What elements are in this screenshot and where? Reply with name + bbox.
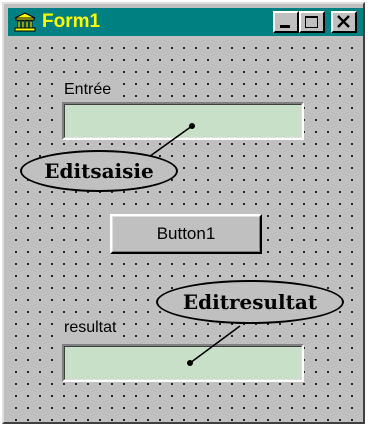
callout-leader-lines (145, 123, 241, 366)
editresultat-callout-text: Editresultat (182, 290, 318, 314)
result-leader-line (189, 325, 241, 364)
editresultat-callout: Editresultat (156, 280, 344, 324)
result-leader-dot (187, 360, 193, 366)
editsaisie-callout-text: Editsaisie (44, 159, 154, 183)
editsaisie-callout: Editsaisie (20, 150, 178, 192)
form-window: Form1 Entrée Button1 resultat Editsaisie… (2, 2, 365, 424)
input-leader-dot (189, 123, 195, 129)
input-leader-line (145, 125, 193, 160)
